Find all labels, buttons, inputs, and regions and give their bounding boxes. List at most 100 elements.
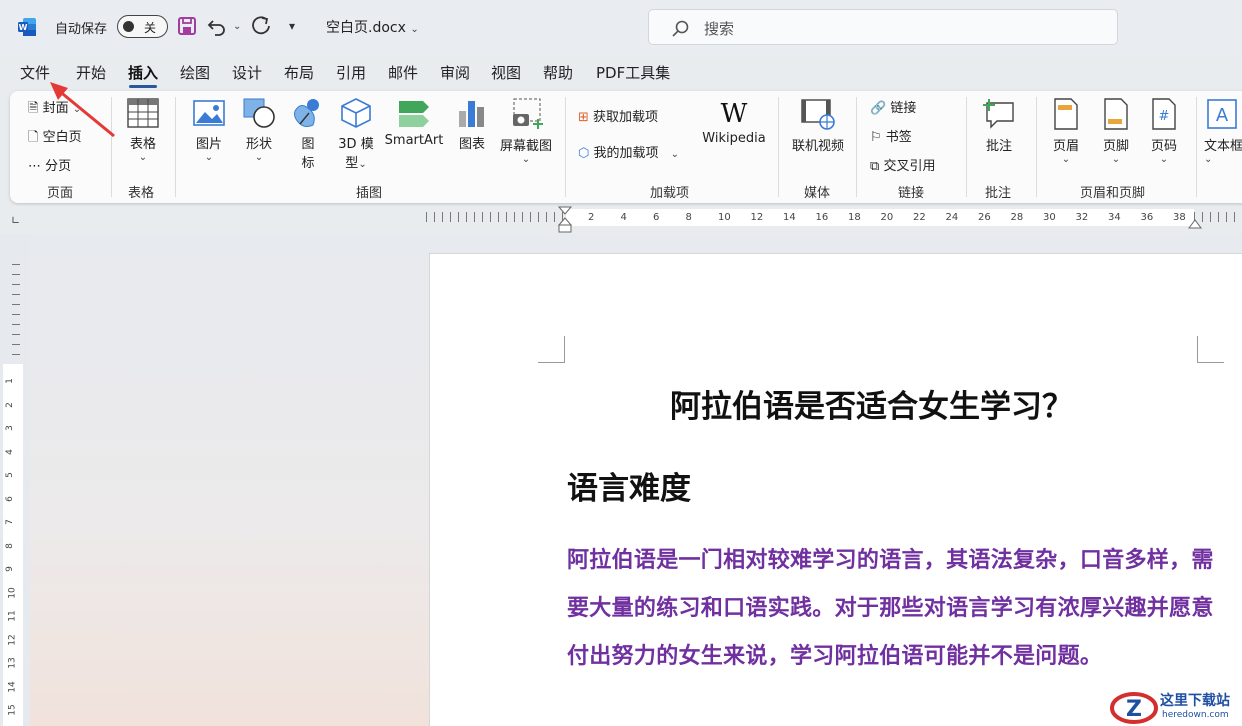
svg-text:#: # <box>1159 109 1170 124</box>
ribbon-separator <box>175 97 176 197</box>
ruler-number: 10 <box>718 212 731 223</box>
header-button[interactable]: 页眉 ⌄ <box>1044 97 1088 165</box>
screenshot-label: 屏幕截图 <box>499 139 552 154</box>
tab-mailings[interactable]: 邮件 <box>388 62 418 83</box>
online-video-button[interactable]: 联机视频 <box>786 97 850 154</box>
my-addins-icon: ⬡ <box>578 146 590 161</box>
smartart-label: SmartArt <box>384 133 444 148</box>
right-indent-marker-icon[interactable] <box>1188 218 1202 230</box>
tab-references[interactable]: 引用 <box>336 62 366 83</box>
get-addins-label: 获取加载项 <box>593 110 659 125</box>
tab-help[interactable]: 帮助 <box>543 62 573 83</box>
redo-icon[interactable] <box>251 15 273 37</box>
watermark-title: 这里下载站 <box>1160 693 1230 709</box>
document-page[interactable]: 阿拉伯语是否适合女生学习？ 语言难度 阿拉伯语是一门相对较难学习的语言，其语法复… <box>429 253 1242 726</box>
icons-icon <box>294 99 319 128</box>
body-paragraph[interactable]: 阿拉伯语是一门相对较难学习的语言，其语法复杂，口音多样，需要大量的练习和口语实践… <box>567 537 1217 681</box>
smartart-icon <box>399 101 429 127</box>
ribbon-separator <box>565 97 566 197</box>
document-title-heading[interactable]: 阿拉伯语是否适合女生学习？ <box>670 381 1073 426</box>
my-addins-label: 我的加载项 <box>593 146 659 161</box>
tab-design[interactable]: 设计 <box>232 62 262 83</box>
chevron-down-icon: ⌄ <box>1061 154 1071 165</box>
cross-reference-button[interactable]: ⧉ 交叉引用 <box>870 155 935 174</box>
wikipedia-button[interactable]: W Wikipedia <box>698 97 770 146</box>
ribbon-separator <box>1196 97 1197 197</box>
group-label-links: 链接 <box>898 186 925 201</box>
link-button[interactable]: 🔗 链接 <box>870 97 916 116</box>
vruler-number: 3 <box>4 425 15 431</box>
page-number-button[interactable]: # 页码 ⌄ <box>1142 97 1186 165</box>
word-logo-icon[interactable]: W <box>17 17 37 37</box>
vruler-numbers: 1 2 3 4 5 6 7 8 9 10 11 12 13 14 15 <box>3 364 23 726</box>
ribbon-separator <box>856 97 857 197</box>
tab-view[interactable]: 视图 <box>491 62 521 83</box>
page-break-button[interactable]: ⋯ 分页 <box>28 155 71 174</box>
header-label: 页眉 <box>1052 139 1079 154</box>
online-video-icon <box>801 99 835 130</box>
title-bar: W 自动保存 关 ⌄ ▾ 空白页.docx ⌄ 搜索 <box>0 0 1242 56</box>
cross-reference-icon: ⧉ <box>870 159 880 174</box>
pictures-button[interactable]: 图片 ⌄ <box>188 97 230 163</box>
group-label-header-footer: 页眉和页脚 <box>1080 186 1146 201</box>
tab-selector-icon[interactable]: ∟ <box>11 214 20 227</box>
vruler-number: 11 <box>7 610 18 622</box>
vertical-ruler[interactable]: 1 2 3 4 5 6 7 8 9 10 11 12 13 14 15 <box>0 234 30 726</box>
chart-button[interactable]: 图表 <box>452 97 492 152</box>
cover-page-icon: 🗎 <box>28 101 39 116</box>
icons-button[interactable]: 图 标 <box>288 97 328 171</box>
tab-insert[interactable]: 插入 <box>128 62 158 88</box>
ruler-ticks-left <box>426 212 566 222</box>
vruler-number: 1 <box>4 378 15 384</box>
comment-button[interactable]: 批注 <box>976 97 1022 154</box>
group-label-illustrations: 插图 <box>356 186 383 201</box>
horizontal-ruler[interactable]: ∟ 2 4 6 8 10 12 14 16 18 20 22 24 26 28 30 32 34 36 38 <box>0 206 1242 234</box>
svg-text:A: A <box>1216 105 1229 126</box>
bookmark-button[interactable]: ⚐ 书签 <box>870 126 912 145</box>
autosave-label: 自动保存 <box>55 22 108 37</box>
my-addins-button[interactable]: ⬡ 我的加载项 ⌄ <box>578 142 679 161</box>
tab-review[interactable]: 审阅 <box>440 62 470 83</box>
footer-button[interactable]: 页脚 ⌄ <box>1094 97 1138 165</box>
screenshot-button[interactable]: 屏幕截图 ⌄ <box>496 97 556 165</box>
chart-icon <box>459 101 484 127</box>
get-addins-button[interactable]: ⊞ 获取加载项 <box>578 106 658 125</box>
ruler-number: 8 <box>685 212 692 223</box>
ribbon: 🗎 封面 ⌄ 🗋 空白页 ⋯ 分页 页面 表格 ⌄ 表格 图片 ⌄ 形状 ⌄ 图… <box>10 91 1242 203</box>
3d-models-button[interactable]: 3D 模 型⌄ <box>334 97 378 171</box>
tab-layout[interactable]: 布局 <box>284 62 314 83</box>
chevron-down-icon: ⌄ <box>138 152 148 163</box>
shapes-button[interactable]: 形状 ⌄ <box>238 97 280 163</box>
chevron-down-icon: ⌄ <box>1159 154 1169 165</box>
indent-marker-icon[interactable] <box>558 206 572 234</box>
chevron-down-icon: ⌄ <box>204 152 214 163</box>
ruler-number: 14 <box>783 212 796 223</box>
undo-icon[interactable] <box>206 15 228 37</box>
toggle-knob <box>123 21 134 32</box>
customize-toolbar-icon[interactable]: ▾ <box>289 19 295 33</box>
text-box-button[interactable]: A 文本框 ⌄ <box>1204 97 1242 165</box>
ruler-number: 4 <box>620 212 627 223</box>
undo-dropdown-icon[interactable]: ⌄ <box>233 21 241 32</box>
annotation-arrow-icon <box>50 82 115 138</box>
autosave-toggle[interactable]: 关 <box>117 15 168 38</box>
search-input[interactable]: 搜索 <box>648 9 1118 45</box>
document-title[interactable]: 空白页.docx ⌄ <box>326 17 419 37</box>
tab-pdf-tools[interactable]: PDF工具集 <box>596 62 670 83</box>
table-button[interactable]: 表格 ⌄ <box>122 97 164 163</box>
ruler-number: 22 <box>913 212 926 223</box>
3d-models-label-line1: 3D 模 <box>338 137 374 152</box>
save-icon[interactable] <box>176 15 198 37</box>
ruler-number: 26 <box>978 212 991 223</box>
ruler-number: 32 <box>1075 212 1089 223</box>
tab-draw[interactable]: 绘图 <box>180 62 210 83</box>
section-heading[interactable]: 语言难度 <box>567 463 691 508</box>
smartart-button[interactable]: SmartArt <box>382 97 446 148</box>
vruler-number: 7 <box>4 519 15 525</box>
link-label: 链接 <box>890 101 917 116</box>
link-icon: 🔗 <box>870 101 887 116</box>
ribbon-separator <box>966 97 967 197</box>
watermark-url: heredown.com <box>1162 710 1229 720</box>
3d-models-label-line2: 型⌄ <box>334 152 378 171</box>
vruler-number: 13 <box>7 657 18 669</box>
